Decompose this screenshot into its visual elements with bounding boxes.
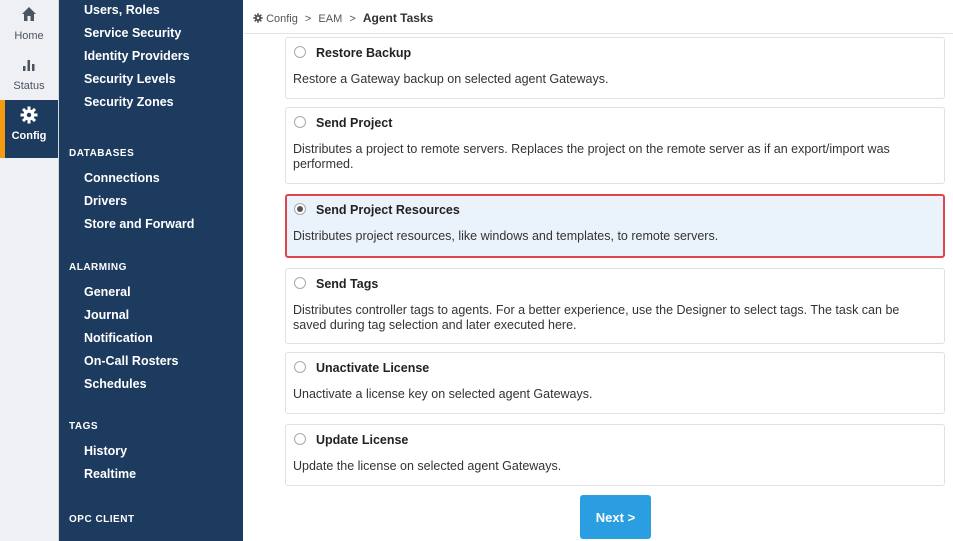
task-option-unactivate-license[interactable]: Unactivate License Unactivate a license … [285,352,945,414]
breadcrumb-current: Agent Tasks [362,11,434,25]
radio-button[interactable] [294,433,306,445]
breadcrumb-config[interactable]: Config [266,13,298,25]
sidebar-item-security-levels[interactable]: Security Levels [84,72,176,86]
gear-icon [0,106,58,128]
active-indicator [0,100,5,158]
task-description: Distributes controller tags to agents. F… [293,303,900,332]
rail-item-config[interactable]: Config [0,100,58,158]
task-description: Distributes project resources, like wind… [293,229,719,243]
task-title: Send Tags [316,277,379,291]
sidebar-heading-alarming: ALARMING [69,262,127,273]
bar-chart-icon [0,56,58,78]
sidebar-item-on-call-rosters[interactable]: On-Call Rosters [84,354,178,368]
task-title: Send Project [316,116,393,130]
sidebar-heading-opc-client: OPC CLIENT [69,514,135,525]
breadcrumb-separator: > [304,13,312,25]
task-description: Distributes a project to remote servers.… [293,142,890,171]
divider [244,33,953,34]
sidebar-item-notification[interactable]: Notification [84,331,153,345]
sidebar-item-connections[interactable]: Connections [84,171,160,185]
sidebar-item-users-roles[interactable]: Users, Roles [84,3,160,17]
sidebar-item-general[interactable]: General [84,285,131,299]
radio-button[interactable] [294,361,306,373]
task-title: Update License [316,433,409,447]
next-button[interactable]: Next > [580,495,651,539]
gear-icon [253,13,266,25]
rail-label-home: Home [14,30,44,42]
task-title: Send Project Resources [316,203,460,217]
sidebar-item-history[interactable]: History [84,444,127,458]
task-description: Restore a Gateway backup on selected age… [293,72,609,86]
sidebar-item-schedules[interactable]: Schedules [84,377,147,391]
home-icon [0,6,58,28]
sidebar-item-realtime[interactable]: Realtime [84,467,136,481]
radio-button[interactable] [294,277,306,289]
radio-button[interactable] [294,46,306,58]
radio-button-selected[interactable] [294,203,306,215]
rail-label-config: Config [11,130,47,142]
task-option-restore-backup[interactable]: Restore Backup Restore a Gateway backup … [285,37,945,99]
breadcrumb: Config > EAM > Agent Tasks [253,11,433,25]
task-title: Restore Backup [316,46,412,60]
breadcrumb-separator: > [349,13,356,25]
sidebar: Users, Roles Service Security Identity P… [59,0,243,541]
sidebar-item-identity-providers[interactable]: Identity Providers [84,49,190,63]
task-title: Unactivate License [316,361,430,375]
radio-button[interactable] [294,116,306,128]
sidebar-heading-tags: TAGS [69,421,99,432]
sidebar-item-journal[interactable]: Journal [84,308,129,322]
sidebar-item-store-and-forward[interactable]: Store and Forward [84,217,194,231]
task-description: Unactivate a license key on selected age… [293,387,593,401]
task-description: Update the license on selected agent Gat… [293,459,562,473]
task-option-send-project[interactable]: Send Project Distributes a project to re… [285,107,945,184]
sidebar-heading-databases: DATABASES [69,148,135,159]
task-option-send-tags[interactable]: Send Tags Distributes controller tags to… [285,268,945,344]
sidebar-item-drivers[interactable]: Drivers [84,194,127,208]
rail-label-status: Status [13,80,45,92]
sidebar-item-security-zones[interactable]: Security Zones [84,95,174,109]
task-option-update-license[interactable]: Update License Update the license on sel… [285,424,945,486]
sidebar-item-service-security[interactable]: Service Security [84,26,181,40]
task-option-send-project-resources[interactable]: Send Project Resources Distributes proje… [285,194,945,258]
breadcrumb-eam[interactable]: EAM [318,13,342,25]
icon-rail: Home Status Config [0,0,59,541]
